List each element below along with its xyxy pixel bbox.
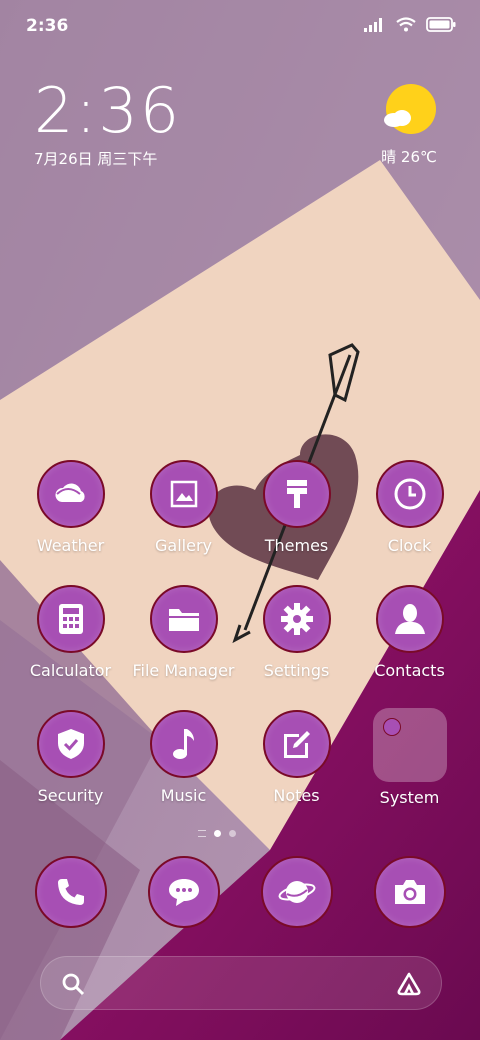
search-icon xyxy=(62,973,85,996)
app-label: Notes xyxy=(273,786,320,805)
app-label: File Manager xyxy=(132,661,235,680)
signal-icon xyxy=(364,17,382,32)
page-indicator[interactable] xyxy=(198,830,236,837)
dock-camera[interactable] xyxy=(353,856,466,928)
app-file-manager[interactable]: File Manager xyxy=(127,585,240,680)
app-label: Clock xyxy=(387,536,432,555)
clock-time: 2:36 xyxy=(34,74,182,147)
wifi-icon xyxy=(396,17,416,32)
message-icon xyxy=(147,856,220,928)
status-time: 2:36 xyxy=(26,16,69,36)
person-icon xyxy=(375,585,444,653)
app-notes[interactable]: Notes xyxy=(240,710,353,805)
status-icons xyxy=(364,17,456,32)
app-label: Security xyxy=(37,786,104,805)
assistant-icon[interactable] xyxy=(395,971,423,997)
page-dot-active xyxy=(214,830,221,837)
app-music[interactable]: Music xyxy=(127,710,240,805)
camera-icon xyxy=(373,856,446,928)
app-settings[interactable]: Settings xyxy=(240,585,353,680)
dock-phone[interactable] xyxy=(14,856,127,928)
app-label: Gallery xyxy=(155,536,212,555)
weather-widget[interactable]: 晴 26℃ xyxy=(374,84,444,167)
calculator-icon xyxy=(36,585,105,653)
folder-icon xyxy=(149,585,218,653)
gallery-image-icon xyxy=(149,460,218,528)
browser-planet-icon xyxy=(260,856,333,928)
app-weather[interactable]: Weather xyxy=(14,460,127,555)
app-label: Weather xyxy=(36,536,105,555)
weather-cloud-icon xyxy=(36,460,105,528)
app-themes[interactable]: Themes xyxy=(240,460,353,555)
clock-widget[interactable]: 2:36 7月26日 周三下午 xyxy=(34,80,181,169)
phone-icon xyxy=(34,856,107,928)
clock-icon xyxy=(375,460,444,528)
note-edit-icon xyxy=(262,710,331,778)
mini-app-icon xyxy=(382,718,401,736)
app-clock[interactable]: Clock xyxy=(353,460,466,555)
app-label: System xyxy=(379,788,440,807)
folder-group-icon xyxy=(372,708,447,782)
app-label: Calculator xyxy=(29,661,112,680)
app-label: Themes xyxy=(264,536,329,555)
page-dot xyxy=(229,830,236,837)
app-calculator[interactable]: Calculator xyxy=(14,585,127,680)
app-label: Contacts xyxy=(374,661,445,680)
list-page-icon xyxy=(198,830,206,837)
app-system-folder[interactable]: System xyxy=(353,708,466,807)
app-gallery[interactable]: Gallery xyxy=(127,460,240,555)
search-bar[interactable] xyxy=(40,956,442,1010)
battery-icon xyxy=(426,17,456,32)
dock-messages[interactable] xyxy=(127,856,240,928)
music-note-icon xyxy=(149,710,218,778)
weather-temp: 晴 26℃ xyxy=(381,148,437,166)
paintbrush-icon xyxy=(262,460,331,528)
app-label: Music xyxy=(160,786,207,805)
dock-browser[interactable] xyxy=(240,856,353,928)
app-security[interactable]: Security xyxy=(14,710,127,805)
sun-cloud-icon xyxy=(384,84,436,134)
clock-date: 7月26日 周三下午 xyxy=(34,150,158,168)
app-label: Settings xyxy=(263,661,330,680)
shield-check-icon xyxy=(36,710,105,778)
app-contacts[interactable]: Contacts xyxy=(353,585,466,680)
gear-icon xyxy=(262,585,331,653)
status-bar: 2:36 xyxy=(0,0,480,50)
